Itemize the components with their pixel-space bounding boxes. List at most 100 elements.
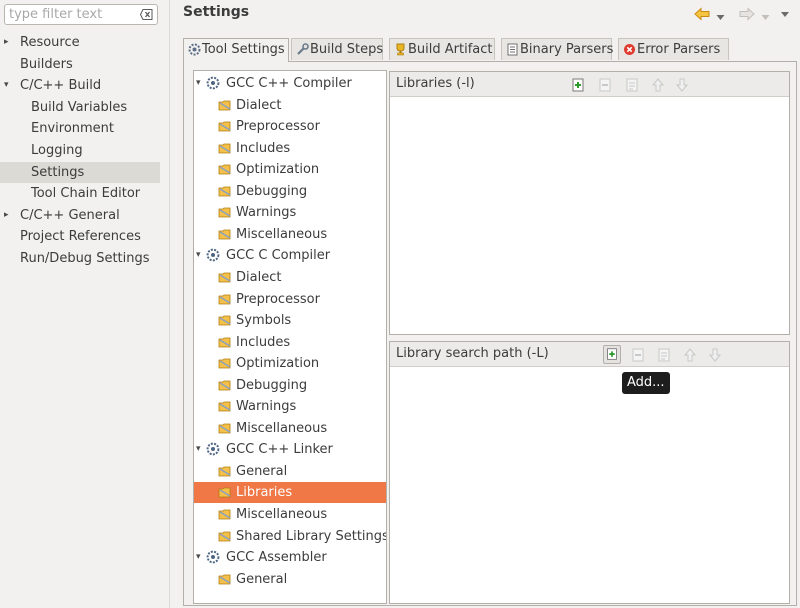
nav-item-tool-chain-editor[interactable]: Tool Chain Editor bbox=[0, 183, 160, 204]
history-nav bbox=[694, 7, 794, 25]
tree-node-label: Includes bbox=[236, 334, 291, 350]
nav-item-resource[interactable]: ▸ Resource bbox=[0, 32, 160, 53]
tree-option-symbols[interactable]: Symbols bbox=[194, 310, 386, 331]
tree-option-miscellaneous[interactable]: Miscellaneous bbox=[194, 504, 386, 525]
nav-item-label: Logging bbox=[31, 143, 83, 158]
tree-option-dialect[interactable]: Dialect bbox=[194, 267, 386, 288]
preferences-nav: ▸ Resource Builders ▾ C/C++ Build Build Varia… bbox=[0, 0, 170, 608]
tree-option-warnings[interactable]: Warnings bbox=[194, 202, 386, 223]
tree-node-label: Miscellaneous bbox=[236, 226, 328, 242]
tree-option-debugging[interactable]: Debugging bbox=[194, 375, 386, 396]
trophy-icon bbox=[396, 43, 405, 56]
tree-option-preprocessor[interactable]: Preprocessor bbox=[194, 116, 386, 137]
collapsed-arrow-icon[interactable]: ▸ bbox=[4, 205, 14, 226]
tree-node-label: Shared Library Settings bbox=[236, 528, 387, 544]
tree-tool-gcc-c-linker[interactable]: ▾ GCC C++ Linker bbox=[194, 439, 386, 460]
nav-item-label: Settings bbox=[31, 164, 85, 180]
tree-node-label: Warnings bbox=[236, 205, 297, 221]
library-search-path-header: Library search path (-L) bbox=[390, 342, 789, 367]
tab-build-steps[interactable]: Build Steps bbox=[291, 38, 383, 60]
nav-item-label: Builders bbox=[20, 56, 73, 72]
nav-item-logging[interactable]: Logging bbox=[0, 140, 160, 161]
nav-item-label: Project References bbox=[20, 229, 141, 245]
filter-box[interactable] bbox=[4, 4, 158, 25]
libraries-list: Libraries (-l) bbox=[389, 71, 790, 335]
tree-option-general[interactable]: General bbox=[194, 461, 386, 482]
collapsed-arrow-icon[interactable]: ▸ bbox=[4, 32, 14, 53]
move-up-icon bbox=[651, 78, 665, 92]
nav-item-project-references[interactable]: Project References bbox=[0, 226, 160, 247]
nav-item-label: Environment bbox=[31, 121, 115, 137]
nav-item-label: C/C++ Build bbox=[20, 78, 102, 94]
tree-node-label: GCC C Compiler bbox=[226, 248, 331, 264]
forward-menu-chevron-icon bbox=[761, 10, 770, 25]
expanded-arrow-icon[interactable]: ▾ bbox=[196, 245, 201, 266]
tree-tool-gcc-assembler[interactable]: ▾ GCC Assembler bbox=[194, 547, 386, 568]
binary-icon bbox=[507, 43, 518, 56]
tree-node-label: Libraries bbox=[236, 485, 293, 501]
add-icon[interactable] bbox=[570, 77, 586, 93]
tree-node-label: Preprocessor bbox=[236, 119, 320, 135]
tree-option-preprocessor[interactable]: Preprocessor bbox=[194, 289, 386, 310]
tab-build-artifact[interactable]: Build Artifact bbox=[389, 38, 495, 60]
nav-item-label: Run/Debug Settings bbox=[20, 251, 150, 266]
expanded-arrow-icon[interactable]: ▾ bbox=[196, 439, 201, 460]
nav-item-environment[interactable]: Environment bbox=[0, 118, 160, 139]
filter-input[interactable] bbox=[9, 6, 133, 23]
move-up-icon bbox=[683, 348, 697, 362]
option-category-icon bbox=[218, 572, 232, 593]
tree-node-label: Includes bbox=[236, 140, 291, 156]
tab-binary-parsers[interactable]: Binary Parsers bbox=[501, 38, 613, 60]
nav-item-c-c-general[interactable]: ▸ C/C++ General bbox=[0, 205, 160, 226]
nav-item-settings[interactable]: Settings bbox=[0, 161, 160, 183]
expanded-arrow-icon[interactable]: ▾ bbox=[196, 547, 201, 568]
view-menu-icon[interactable] bbox=[780, 7, 790, 25]
tree-option-general[interactable]: General bbox=[194, 569, 386, 590]
tree-option-libraries[interactable]: Libraries bbox=[194, 482, 386, 504]
tree-node-label: Dialect bbox=[236, 97, 282, 113]
delete-icon bbox=[632, 348, 644, 362]
tree-tool-gcc-c-compiler[interactable]: ▾ GCC C Compiler bbox=[194, 245, 386, 266]
tree-option-includes[interactable]: Includes bbox=[194, 332, 386, 353]
tree-tool-gcc-c-compiler[interactable]: ▾ GCC C++ Compiler bbox=[194, 73, 386, 94]
tree-node-label: GCC C++ Compiler bbox=[226, 76, 352, 91]
tree-option-optimization[interactable]: Optimization bbox=[194, 353, 386, 374]
tab-tool-settings[interactable]: Tool Settings bbox=[183, 38, 289, 62]
expanded-arrow-icon[interactable]: ▾ bbox=[196, 73, 201, 94]
tree-node-label: Debugging bbox=[236, 183, 308, 199]
tab-error-parsers[interactable]: Error Parsers bbox=[618, 38, 729, 60]
add-tooltip: Add... bbox=[622, 372, 670, 394]
tree-option-debugging[interactable]: Debugging bbox=[194, 181, 386, 202]
tree-option-miscellaneous[interactable]: Miscellaneous bbox=[194, 224, 386, 245]
forward-arrow-icon bbox=[739, 7, 755, 25]
tree-option-shared-library-settings[interactable]: Shared Library Settings bbox=[194, 526, 386, 547]
tree-node-label: Dialect bbox=[236, 269, 282, 285]
tree-option-optimization[interactable]: Optimization bbox=[194, 159, 386, 180]
libraries-header: Libraries (-l) bbox=[390, 72, 789, 97]
tree-option-includes[interactable]: Includes bbox=[194, 138, 386, 159]
nav-item-label: Build Variables bbox=[31, 99, 128, 115]
nav-item-run-debug-settings[interactable]: Run/Debug Settings bbox=[0, 248, 160, 269]
nav-item-builders[interactable]: Builders bbox=[0, 54, 160, 75]
tree-node-label: Warnings bbox=[236, 399, 297, 415]
nav-item-build-variables[interactable]: Build Variables bbox=[0, 97, 160, 118]
page-title: Settings bbox=[183, 4, 250, 20]
back-arrow-icon[interactable] bbox=[694, 7, 710, 25]
move-down-icon bbox=[708, 348, 722, 362]
tree-node-label: Optimization bbox=[236, 162, 320, 178]
edit-icon bbox=[626, 78, 638, 92]
error-icon bbox=[624, 44, 635, 55]
nav-item-c-c-build[interactable]: ▾ C/C++ Build bbox=[0, 75, 160, 96]
tree-node-label: Symbols bbox=[236, 313, 292, 329]
tree-node-label: GCC Assembler bbox=[226, 550, 327, 566]
tool-settings-tree: ▾ GCC C++ Compiler Dialect Preprocessor Incl… bbox=[193, 70, 387, 604]
expanded-arrow-icon[interactable]: ▾ bbox=[4, 75, 14, 96]
add-icon[interactable] bbox=[603, 345, 621, 364]
tree-option-miscellaneous[interactable]: Miscellaneous bbox=[194, 418, 386, 439]
clear-icon[interactable] bbox=[140, 9, 153, 20]
tree-option-dialect[interactable]: Dialect bbox=[194, 95, 386, 116]
nav-item-label: Resource bbox=[20, 35, 80, 50]
back-menu-chevron-icon[interactable] bbox=[716, 10, 725, 25]
edit-icon bbox=[658, 348, 670, 362]
tree-option-warnings[interactable]: Warnings bbox=[194, 396, 386, 417]
